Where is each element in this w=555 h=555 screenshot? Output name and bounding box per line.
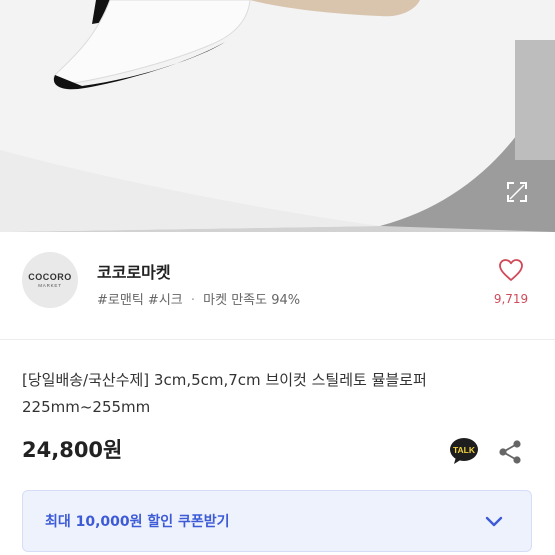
seller-name[interactable]: 코코로마켓 bbox=[97, 259, 171, 283]
seller-avatar[interactable]: COCORO MARKET bbox=[22, 252, 78, 308]
divider bbox=[0, 339, 555, 340]
product-photo[interactable] bbox=[0, 0, 555, 232]
seller-satisfaction: 마켓 만족도 94% bbox=[203, 293, 301, 308]
seller-logo-line1: COCORO bbox=[28, 271, 72, 282]
talk-button[interactable]: TALK bbox=[449, 437, 479, 465]
product-title: [당일배송/국산수제] 3cm,5cm,7cm 브이컷 스틸레토 뮬블로퍼 22… bbox=[22, 371, 427, 416]
product-photo-illustration bbox=[0, 0, 555, 232]
separator: · bbox=[190, 293, 196, 308]
seller-logo-line2: MARKET bbox=[38, 282, 62, 288]
talk-label: TALK bbox=[453, 445, 476, 455]
product-price: 24,800원 bbox=[22, 438, 123, 462]
share-button[interactable] bbox=[496, 438, 524, 466]
chevron-down-icon bbox=[483, 511, 505, 533]
share-icon bbox=[499, 440, 521, 464]
like-button[interactable]: 9,719 bbox=[494, 258, 528, 308]
seller-tags: #로맨틱 #시크 · 마켓 만족도 94% bbox=[97, 289, 300, 308]
like-count: 9,719 bbox=[493, 292, 529, 306]
heart-icon bbox=[498, 258, 524, 286]
expand-icon[interactable] bbox=[503, 178, 531, 206]
coupon-button[interactable]: 최대 10,000원 할인 쿠폰받기 bbox=[22, 490, 532, 552]
seller-tag[interactable]: #시크 bbox=[148, 293, 183, 308]
coupon-label: 최대 10,000원 할인 쿠폰받기 bbox=[45, 514, 230, 530]
talk-icon: TALK bbox=[450, 438, 478, 464]
seller-tag[interactable]: #로맨틱 bbox=[97, 293, 144, 308]
